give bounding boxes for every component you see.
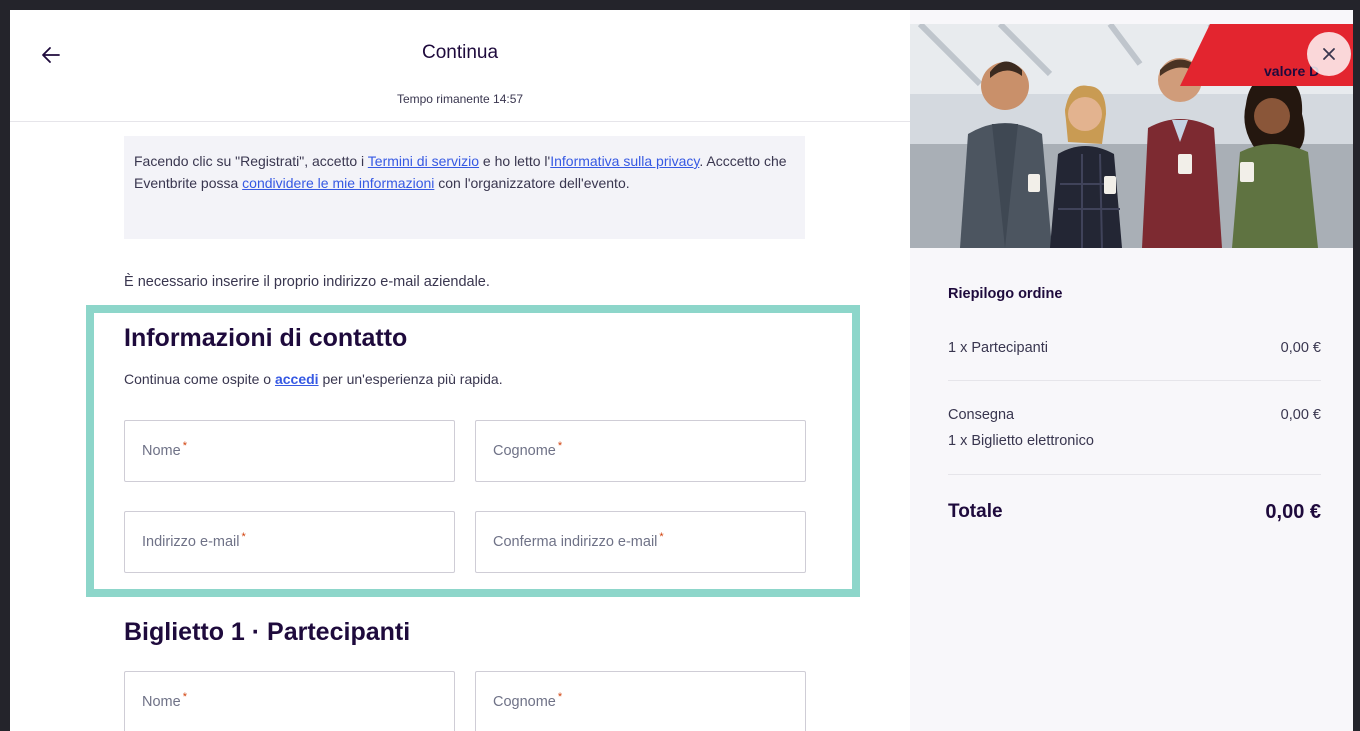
total-label: Totale bbox=[948, 501, 1003, 522]
notice-text: con l'organizzatore dell'evento. bbox=[434, 175, 630, 191]
contact-info-title: Informazioni di contatto bbox=[124, 324, 408, 352]
required-mark: * bbox=[557, 440, 563, 452]
corporate-email-note: È necessario inserire il proprio indiriz… bbox=[124, 274, 490, 290]
ticket-section-title: Biglietto 1 · Partecipanti bbox=[124, 618, 411, 646]
subtitle-text: per un'esperienza più rapida. bbox=[318, 371, 503, 387]
notice-text: Facendo clic su "Registrati", accetto i bbox=[134, 153, 368, 169]
field-placeholder: Indirizzo e-mail bbox=[142, 534, 240, 550]
required-mark: * bbox=[557, 691, 563, 703]
summary-line-value: 0,00 € bbox=[1280, 340, 1321, 356]
total-value: 0,00 € bbox=[1265, 501, 1321, 523]
share-info-link[interactable]: condividere le mie informazioni bbox=[242, 175, 434, 191]
required-mark: * bbox=[182, 691, 187, 703]
order-summary-panel: valore D Riepilogo ordine 1 x Partecipan… bbox=[910, 10, 1353, 731]
notice-text: e ho letto l' bbox=[479, 153, 551, 169]
summary-line-delivery: Consegna 0,00 € bbox=[948, 407, 1321, 423]
summary-line-value: 0,00 € bbox=[1280, 407, 1321, 423]
field-placeholder: Nome bbox=[142, 443, 181, 459]
terms-notice: Facendo clic su "Registrati", accetto i … bbox=[124, 136, 805, 239]
summary-line-participants: 1 x Partecipanti 0,00 € bbox=[948, 340, 1321, 356]
subtitle-text: Continua come ospite o bbox=[124, 371, 275, 387]
checkout-form-panel: Continua Tempo rimanente 14:57 Facendo c… bbox=[10, 10, 910, 731]
contact-first-name-field[interactable]: Nome * bbox=[124, 420, 455, 482]
close-button[interactable] bbox=[1307, 32, 1351, 76]
timer-value: 14:57 bbox=[493, 92, 524, 106]
checkout-header: Continua Tempo rimanente 14:57 bbox=[10, 10, 910, 122]
timer-label: Tempo rimanente bbox=[396, 92, 490, 106]
contact-info-subtitle: Continua come ospite o accedi per un'esp… bbox=[124, 371, 503, 387]
order-summary-title: Riepilogo ordine bbox=[948, 286, 1063, 302]
terms-link[interactable]: Termini di servizio bbox=[368, 153, 479, 169]
summary-delivery-detail: 1 x Biglietto elettronico bbox=[948, 433, 1094, 449]
ticket-first-name-field[interactable]: Nome * bbox=[124, 671, 455, 731]
summary-line-label: 1 x Partecipanti bbox=[948, 340, 1048, 356]
event-banner-image: valore D bbox=[910, 24, 1353, 248]
close-icon bbox=[1323, 48, 1335, 60]
required-mark: * bbox=[241, 531, 246, 543]
required-mark: * bbox=[182, 440, 187, 452]
field-placeholder: Cognome bbox=[493, 443, 556, 459]
contact-confirm-email-field[interactable]: Conferma indirizzo e-mail * bbox=[475, 511, 806, 573]
summary-divider bbox=[948, 474, 1321, 475]
summary-divider bbox=[948, 380, 1321, 381]
required-mark: * bbox=[659, 531, 664, 543]
login-link[interactable]: accedi bbox=[275, 371, 319, 387]
time-remaining: Tempo rimanente 14:57 bbox=[10, 92, 910, 106]
field-placeholder: Cognome bbox=[493, 694, 556, 710]
ticket-last-name-field[interactable]: Cognome * bbox=[475, 671, 806, 731]
summary-line-label: Consegna bbox=[948, 407, 1015, 423]
field-placeholder: Nome bbox=[142, 694, 181, 710]
event-photo: valore D bbox=[910, 24, 1353, 248]
checkout-modal: Continua Tempo rimanente 14:57 Facendo c… bbox=[10, 10, 1353, 731]
privacy-link[interactable]: Informativa sulla privacy bbox=[550, 153, 699, 169]
contact-email-field[interactable]: Indirizzo e-mail * bbox=[124, 511, 455, 573]
summary-total: Totale 0,00 € bbox=[948, 501, 1321, 523]
field-placeholder: Conferma indirizzo e-mail bbox=[493, 534, 658, 550]
contact-last-name-field[interactable]: Cognome * bbox=[475, 420, 806, 482]
page-title: Continua bbox=[421, 42, 499, 63]
